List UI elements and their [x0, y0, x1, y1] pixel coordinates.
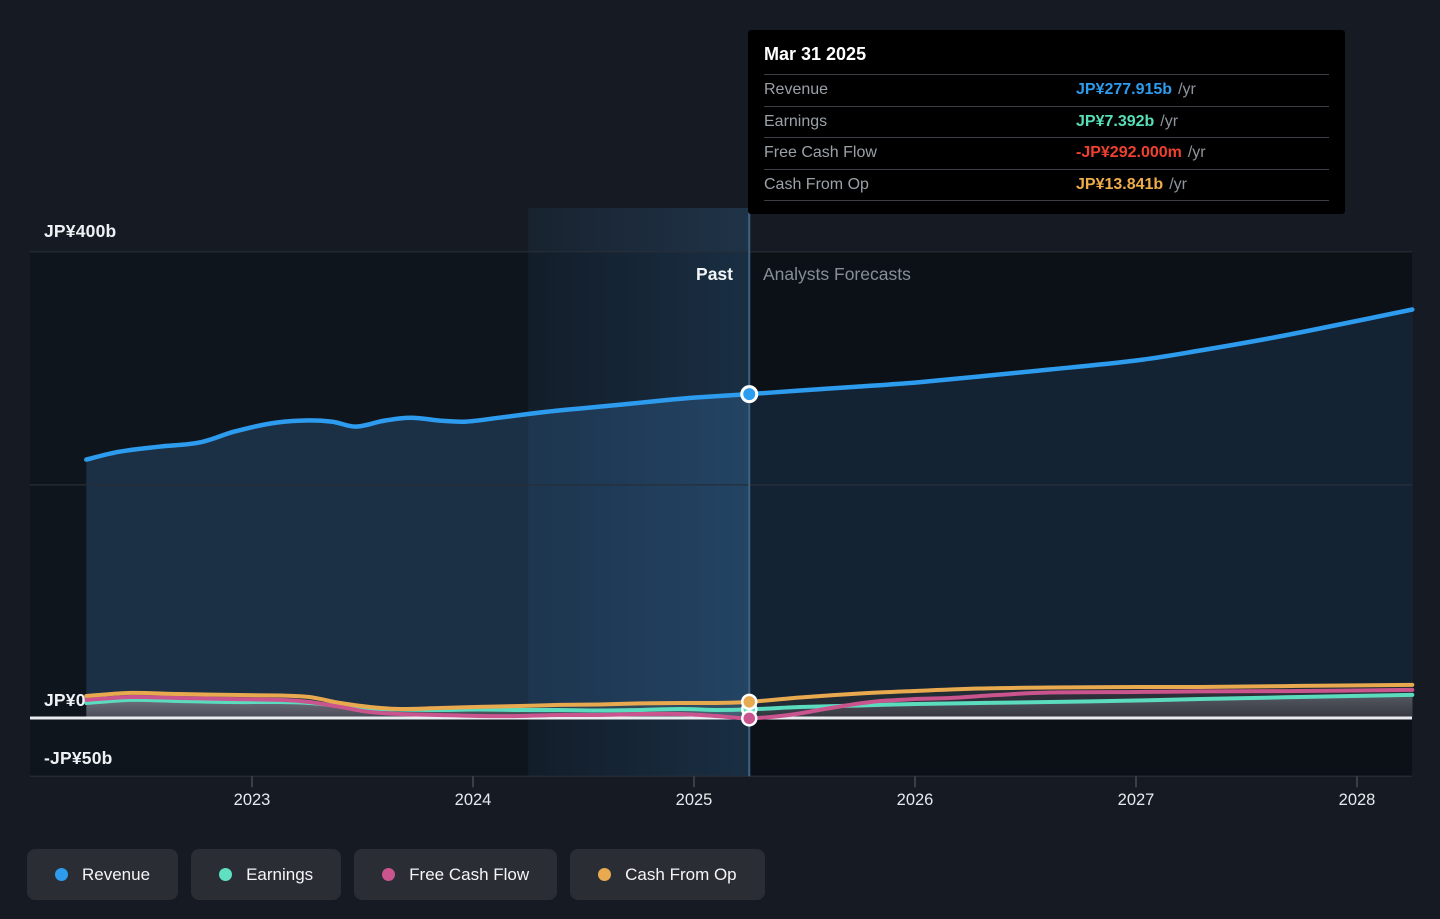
cash-from-op-marker[interactable]	[741, 693, 758, 711]
free-cash-flow-dot-icon	[382, 868, 396, 881]
past-label: Past	[696, 264, 733, 284]
revenue-dot-icon	[55, 868, 68, 881]
legend-item-revenue[interactable]: Revenue	[27, 849, 179, 900]
legend-item-earnings[interactable]: Earnings	[191, 849, 342, 900]
past-year-highlight-band	[528, 208, 750, 777]
tooltip-row-earnings: Earnings JP¥7.392b /yr	[764, 105, 1329, 138]
free-cash-flow-marker[interactable]	[741, 710, 758, 727]
x-axis-label-2026: 2026	[896, 791, 934, 809]
tooltip-value-cash-from-op: JP¥13.841b	[1076, 175, 1164, 193]
earnings-revenue-growth-chart: JP¥400b JP¥0 -JP¥50b Past Analysts Forec…	[0, 0, 1440, 919]
y-axis-label-0: JP¥0	[44, 690, 86, 710]
tooltip-row-free-cash-flow: Free Cash Flow -JP¥292.000m /yr	[764, 137, 1329, 169]
x-axis-label-2025: 2025	[675, 791, 713, 809]
x-axis-label-2024: 2024	[454, 791, 492, 809]
x-axis-label-2028: 2028	[1338, 791, 1376, 809]
tooltip-value-free-cash-flow: -JP¥292.000m	[1076, 144, 1182, 162]
analysts-forecasts-label: Analysts Forecasts	[763, 264, 911, 284]
legend-label: Revenue	[82, 864, 151, 884]
legend-item-free-cash-flow[interactable]: Free Cash Flow	[354, 849, 558, 900]
legend-label: Free Cash Flow	[409, 864, 530, 884]
x-axis-label-2023: 2023	[233, 791, 271, 809]
y-axis-label-400b: JP¥400b	[44, 221, 117, 241]
legend-label: Earnings	[246, 864, 314, 884]
tooltip-date: Mar 31 2025	[764, 44, 867, 64]
tooltip-value-earnings: JP¥7.392b	[1076, 112, 1155, 130]
earnings-dot-icon	[219, 868, 233, 881]
revenue-marker[interactable]	[740, 385, 759, 404]
tooltip-value-revenue: JP¥277.915b	[1076, 81, 1173, 99]
legend-label: Cash From Op	[625, 864, 737, 884]
tooltip-row-revenue: Revenue JP¥277.915b /yr	[764, 74, 1329, 106]
tooltip-row-cash-from-op: Cash From Op JP¥13.841b /yr	[764, 168, 1329, 201]
y-axis-label-neg50b: -JP¥50b	[44, 748, 113, 768]
chart-legend: Revenue Earnings Free Cash Flow Cash Fro…	[27, 849, 765, 900]
legend-item-cash-from-op[interactable]: Cash From Op	[570, 849, 765, 900]
x-axis-label-2027: 2027	[1117, 791, 1155, 809]
cash-from-op-dot-icon	[598, 868, 612, 881]
chart-tooltip: Mar 31 2025 Revenue JP¥277.915b /yr Earn…	[748, 30, 1345, 214]
